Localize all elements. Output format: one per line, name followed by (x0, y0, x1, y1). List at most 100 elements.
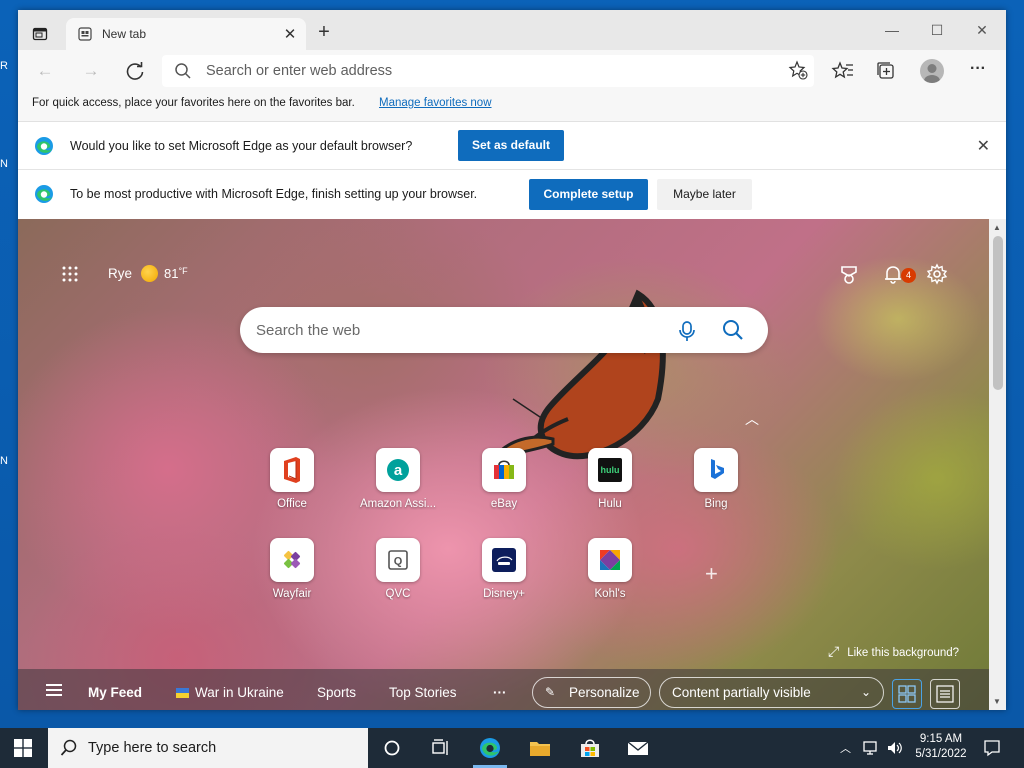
quick-link-tile[interactable]: Office (247, 448, 337, 510)
tile-label: Disney+ (483, 588, 525, 600)
search-icon[interactable] (722, 319, 744, 341)
svg-text:hulu: hulu (601, 465, 620, 475)
page-scrollbar[interactable]: ▲ ▼ (989, 219, 1006, 710)
new-tab-page: Rye 81°F 4 Search the web ︿ Office a Ama… (18, 219, 989, 710)
manage-favorites-link[interactable]: Manage favorites now (379, 97, 492, 109)
tab-actions-icon[interactable] (32, 26, 48, 42)
windows-start-icon[interactable] (14, 739, 32, 757)
pencil-icon: ✎ (545, 685, 556, 699)
show-hidden-icons-chevron[interactable]: ︿ (840, 740, 851, 756)
maximize-button[interactable]: ☐ (923, 16, 951, 44)
back-button[interactable]: ← (32, 58, 58, 84)
collections-icon[interactable] (874, 59, 898, 83)
file-explorer-icon[interactable] (528, 736, 552, 760)
taskbar: Type here to search ︿ 9:15 AM 5/31/2022 (0, 728, 1024, 768)
scroll-down-icon[interactable]: ▼ (993, 697, 1001, 706)
tab-title: New tab (102, 27, 147, 41)
tab-sports[interactable]: Sports (317, 685, 356, 700)
favorites-bar: For quick access, place your favorites h… (18, 92, 1006, 122)
volume-icon[interactable] (886, 739, 904, 757)
like-background-button[interactable]: ⤢ Like this background? (828, 643, 959, 660)
web-search-input[interactable]: Search the web (256, 322, 360, 339)
taskbar-search-box[interactable]: Type here to search (48, 728, 368, 768)
rewards-icon[interactable] (838, 263, 860, 285)
search-icon (60, 739, 77, 756)
store-icon[interactable] (578, 736, 602, 760)
edge-logo-icon (35, 185, 53, 203)
quick-link-tile[interactable]: hulu Hulu (565, 448, 655, 510)
weather-unit: °F (178, 266, 188, 276)
clock-date: 5/31/2022 (915, 748, 967, 760)
web-search-box[interactable]: Search the web (240, 307, 768, 353)
desktop-icon[interactable]: N (0, 158, 18, 172)
desktop-icon[interactable]: R (0, 60, 18, 74)
tab-new-tab[interactable]: New tab ✕ (66, 18, 306, 50)
weather-location[interactable]: Rye (108, 266, 132, 281)
microphone-icon[interactable] (678, 320, 696, 342)
taskbar-clock[interactable]: 9:15 AM 5/31/2022 (906, 732, 976, 762)
add-favorite-icon[interactable] (788, 60, 808, 80)
quick-link-tile[interactable]: Kohl's (565, 538, 655, 600)
tile-label: Kohl's (594, 588, 626, 600)
minimize-button[interactable]: — (878, 16, 906, 44)
favorites-icon[interactable] (831, 59, 855, 83)
clock-time: 9:15 AM (919, 733, 963, 745)
weather-temperature[interactable]: 81°F (164, 266, 188, 281)
personalize-button[interactable]: ✎ Personalize (532, 677, 651, 708)
notifications-badge: 4 (901, 268, 916, 283)
content-visibility-dropdown[interactable]: Content partially visible ⌄ (659, 677, 884, 708)
tab-top-stories[interactable]: Top Stories (389, 685, 457, 700)
quick-link-tile[interactable]: eBay (459, 448, 549, 510)
settings-more-button[interactable]: ··· (966, 59, 990, 83)
quick-link-tile[interactable]: Q QVC (353, 538, 443, 600)
more-topics-button[interactable]: ··· (493, 685, 507, 700)
quick-link-tile[interactable]: Wayfair (247, 538, 337, 600)
forward-button[interactable]: → (78, 58, 104, 84)
desktop-icon[interactable]: N (0, 455, 18, 469)
edge-taskbar-icon[interactable] (478, 736, 502, 760)
kohls-icon (600, 550, 620, 570)
sunny-weather-icon[interactable] (141, 265, 158, 282)
toolbar: ← → Search or enter web address ··· (18, 50, 1006, 92)
quick-link-tile[interactable]: a Amazon Assi... (353, 448, 443, 510)
grid-view-button[interactable] (892, 679, 922, 709)
cortana-icon[interactable] (380, 736, 404, 760)
default-browser-infobar: Would you like to set Microsoft Edge as … (18, 122, 1006, 170)
close-window-button[interactable]: ✕ (968, 16, 996, 44)
tab-war-in-ukraine[interactable]: War in Ukraine (176, 685, 284, 700)
close-icon[interactable]: ✕ (977, 136, 990, 156)
address-bar[interactable]: Search or enter web address (162, 55, 814, 87)
chevron-down-icon: ⌄ (860, 685, 871, 699)
address-input[interactable]: Search or enter web address (206, 63, 392, 79)
task-view-icon[interactable] (428, 736, 452, 760)
list-view-button[interactable] (930, 679, 960, 709)
add-quick-link-button[interactable]: + (705, 561, 725, 586)
complete-setup-button[interactable]: Complete setup (529, 179, 648, 210)
maybe-later-button[interactable]: Maybe later (657, 179, 752, 210)
refresh-button[interactable] (122, 58, 148, 84)
quick-link-tile[interactable]: Bing (671, 448, 761, 510)
qvc-icon: Q (388, 550, 408, 570)
mail-icon[interactable] (626, 736, 650, 760)
taskbar-search-input[interactable]: Type here to search (88, 740, 216, 756)
gear-icon[interactable] (926, 263, 948, 285)
ukraine-flag-icon (176, 688, 189, 698)
tab-my-feed[interactable]: My Feed (88, 685, 142, 700)
new-tab-button[interactable]: + (314, 22, 334, 44)
network-icon[interactable] (862, 739, 880, 757)
apps-grid-icon[interactable] (62, 266, 78, 282)
scrollbar-thumb[interactable] (993, 236, 1003, 390)
title-bar: New tab ✕ + — ☐ ✕ (18, 10, 1006, 50)
tile-label: Wayfair (272, 588, 312, 600)
action-center-icon[interactable] (982, 738, 1002, 758)
collapse-chevron-icon[interactable]: ︿ (745, 409, 761, 427)
menu-icon[interactable] (46, 689, 62, 691)
quick-link-tile[interactable]: Disney+ (459, 538, 549, 600)
close-tab-icon[interactable]: ✕ (282, 25, 298, 43)
scroll-up-icon[interactable]: ▲ (993, 223, 1001, 232)
setup-prompt: To be most productive with Microsoft Edg… (70, 187, 478, 201)
profile-avatar[interactable] (920, 59, 944, 83)
tile-label: eBay (490, 498, 518, 510)
set-as-default-button[interactable]: Set as default (458, 130, 564, 161)
favorites-bar-message: For quick access, place your favorites h… (32, 97, 355, 109)
